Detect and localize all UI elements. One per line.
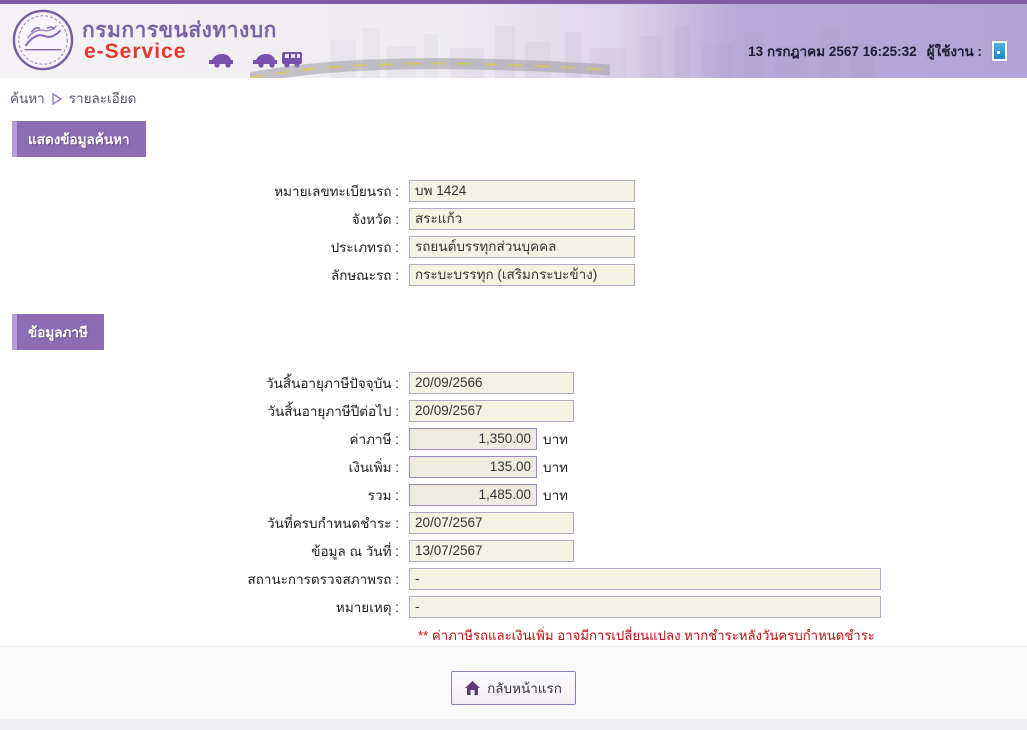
field-value-input[interactable]: - <box>409 568 881 590</box>
field-label: หมายเลขทะเบียนรถ : <box>274 184 399 199</box>
field-value-input[interactable]: บพ 1424 <box>409 180 635 202</box>
field-value-input[interactable]: 1,485.00 <box>409 484 537 506</box>
user-image-icon <box>992 41 1007 61</box>
tax-info-fields: วันสิ้นอายุภาษีปัจจุบัน :20/09/2566 วันสิ… <box>0 369 1027 621</box>
field-label: จังหวัด : <box>351 212 399 227</box>
field-label: ค่าภาษี : <box>349 432 400 447</box>
form-row: หมายเลขทะเบียนรถ : บพ 1424 <box>0 177 1027 205</box>
department-seal-logo <box>12 9 74 71</box>
field-value-input[interactable]: 1,350.00 <box>409 428 537 450</box>
field-label: วันสิ้นอายุภาษีปัจจุบัน : <box>266 376 399 391</box>
field-value-input[interactable]: สระแก้ว <box>409 208 635 230</box>
field-value-input[interactable]: 20/09/2566 <box>409 372 574 394</box>
breadcrumb-arrow-icon <box>52 92 62 105</box>
field-value-input[interactable]: 20/09/2567 <box>409 400 574 422</box>
form-row: รวม : 1,485.00 บาท <box>0 481 1027 509</box>
home-icon <box>465 681 481 695</box>
field-value-input[interactable]: 20/07/2567 <box>409 512 574 534</box>
field-value-input[interactable]: รถยนต์บรรทุกส่วนบุคคล <box>409 236 635 258</box>
breadcrumb-details: รายละเอียด <box>68 91 137 106</box>
search-result-fields: หมายเลขทะเบียนรถ : บพ 1424 จังหวัด : สระแก้… <box>0 177 1027 289</box>
datetime-text: 13 กรกฎาคม 2567 16:25:32 <box>748 44 917 59</box>
field-label: ประเภทรถ : <box>330 240 399 255</box>
form-row: สถานะการตรวจสภาพรถ :- <box>0 565 1027 593</box>
form-row: ประเภทรถ : รถยนต์บรรทุกส่วนบุคคล <box>0 233 1027 261</box>
form-row: จังหวัด : สระแก้ว <box>0 205 1027 233</box>
section-tab-tax-info: ข้อมูลภาษี <box>12 314 104 350</box>
form-row: วันที่ครบกำหนดชำระ : 20/07/2567 <box>0 509 1027 537</box>
field-value-input[interactable]: 135.00 <box>409 456 537 478</box>
field-label: เงินเพิ่ม : <box>348 460 399 475</box>
section-tab-search-result: แสดงข้อมูลค้นหา <box>12 121 146 157</box>
form-row: วันสิ้นอายุภาษีปีต่อไป : 20/09/2567 <box>0 397 1027 425</box>
field-value-input[interactable]: - <box>409 596 881 618</box>
unit-label: บาท <box>543 488 569 503</box>
form-row: ค่าภาษี : 1,350.00 บาท <box>0 425 1027 453</box>
field-label: ข้อมูล ณ วันที่ : <box>311 544 399 559</box>
header-status: 13 กรกฎาคม 2567 16:25:32 ผู้ใช้งาน : <box>748 40 1007 62</box>
field-label: ลักษณะรถ : <box>330 268 399 283</box>
unit-label: บาท <box>543 460 569 475</box>
bottom-strip <box>0 719 1027 730</box>
road-graphic <box>250 58 610 78</box>
form-row: ข้อมูล ณ วันที่ : 13/07/2567 <box>0 537 1027 565</box>
field-value-input[interactable]: กระบะบรรทุก (เสริมกระบะข้าง) <box>409 264 635 286</box>
back-to-home-button[interactable]: กลับหน้าแรก <box>451 671 576 705</box>
field-value-input[interactable]: 13/07/2567 <box>409 540 574 562</box>
field-label: วันสิ้นอายุภาษีปีต่อไป : <box>267 404 399 419</box>
field-label: วันที่ครบกำหนดชำระ : <box>267 516 399 531</box>
tax-change-note: ** ค่าภาษีรถและเงินเพิ่ม อาจมีการเปลี่ยน… <box>418 628 875 643</box>
main-content: แสดงข้อมูลค้นหา หมายเลขทะเบียนรถ : บพ 142… <box>0 115 1027 646</box>
form-row: ลักษณะรถ : กระบะบรรทุก (เสริมกระบะข้าง) <box>0 261 1027 289</box>
header: กรมการขนส่งทางบก e-Service 13 กรกฎาคม 25… <box>0 4 1027 78</box>
user-label: ผู้ใช้งาน : <box>926 44 982 59</box>
form-row: เงินเพิ่ม : 135.00 บาท <box>0 453 1027 481</box>
home-button-label: กลับหน้าแรก <box>487 681 562 696</box>
breadcrumb: ค้นหา รายละเอียด <box>0 78 1027 115</box>
field-label: หมายเหตุ : <box>335 600 399 615</box>
unit-label: บาท <box>543 432 569 447</box>
field-label: รวม : <box>367 488 399 503</box>
breadcrumb-search[interactable]: ค้นหา <box>10 87 45 109</box>
eservice-brand: e-Service <box>84 40 187 63</box>
field-label: สถานะการตรวจสภาพรถ : <box>247 572 399 587</box>
footer-area: กลับหน้าแรก <box>0 646 1027 730</box>
form-row: วันสิ้นอายุภาษีปัจจุบัน : 20/09/2566 <box>0 369 1027 397</box>
form-row: หมายเหตุ :- <box>0 593 1027 621</box>
